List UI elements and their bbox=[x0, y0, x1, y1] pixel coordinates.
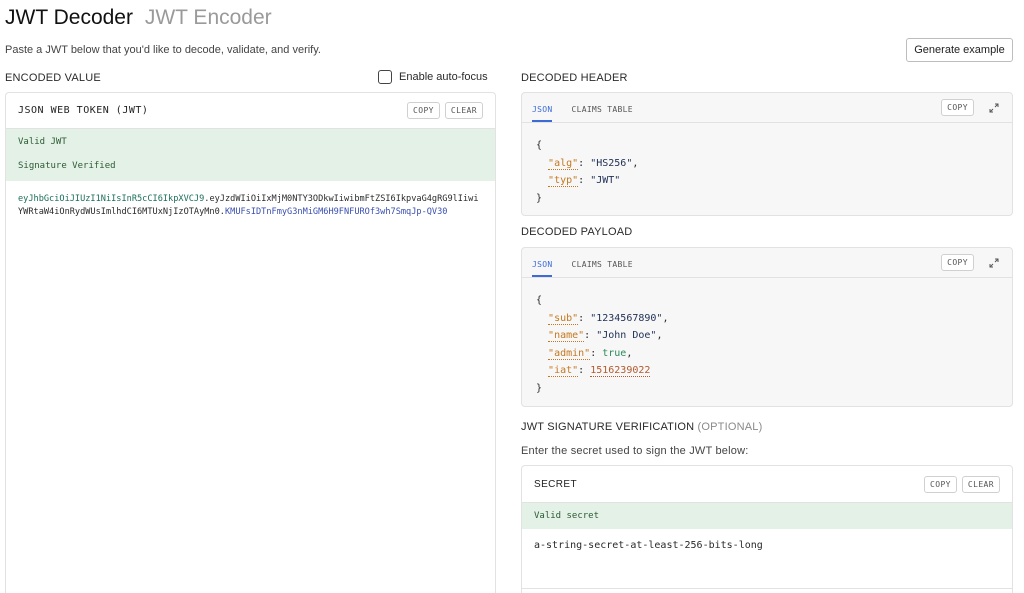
autofocus-toggle[interactable]: Enable auto-focus bbox=[378, 70, 488, 84]
decoded-header-label: DECODED HEADER bbox=[521, 72, 628, 84]
encoded-panel: JSON WEB TOKEN (JWT) COPY CLEAR Valid JW… bbox=[5, 92, 496, 593]
status-valid-secret: Valid secret bbox=[522, 503, 1012, 529]
decoded-header-json: { "alg": "HS256", "typ": "JWT" } bbox=[522, 123, 1012, 207]
expand-icon[interactable] bbox=[986, 100, 1002, 116]
decoded-payload-tools: COPY bbox=[936, 254, 1002, 271]
json-open-brace: { bbox=[536, 295, 543, 306]
tab-payload-json[interactable]: JSON bbox=[532, 260, 553, 277]
tab-jwt-decoder[interactable]: JWT Decoder bbox=[5, 6, 133, 29]
secret-panel-header: SECRET COPY CLEAR bbox=[522, 466, 1012, 503]
token-header-part: eyJhbGciOiJIUzI1NiIsInR5cCI6IkpXVCJ9 bbox=[18, 194, 205, 204]
json-key-name: "name" bbox=[548, 330, 585, 342]
secret-panel: SECRET COPY CLEAR Valid secret a-string-… bbox=[521, 465, 1013, 593]
expand-icon[interactable] bbox=[986, 255, 1002, 271]
status-signature-verified: Signature Verified bbox=[6, 155, 495, 181]
json-key-admin: "admin" bbox=[548, 347, 591, 360]
json-value-iat: 1516239022 bbox=[590, 365, 651, 377]
encoded-panel-header: JSON WEB TOKEN (JWT) COPY CLEAR bbox=[6, 93, 495, 129]
encoded-actions: COPY CLEAR bbox=[402, 102, 483, 119]
json-close-brace: } bbox=[536, 192, 543, 204]
secret-panel-divider bbox=[522, 588, 1012, 589]
tab-payload-claims-table[interactable]: CLAIMS TABLE bbox=[571, 260, 632, 277]
json-value-sub: "1234567890" bbox=[590, 312, 663, 324]
optional-tag: (OPTIONAL) bbox=[697, 421, 763, 433]
decoded-payload-tabs: JSON CLAIMS TABLE COPY bbox=[522, 248, 1012, 278]
json-value-alg: "HS256" bbox=[590, 157, 633, 169]
token-signature-part: KMUFsIDTnFmyG3nMiGM6H9FNFUROf3wh7SmqJp-Q… bbox=[224, 207, 448, 217]
secret-panel-title: SECRET bbox=[534, 478, 577, 490]
json-close-brace: } bbox=[536, 382, 543, 394]
clear-secret-button[interactable]: CLEAR bbox=[961, 475, 1000, 493]
decoded-payload-panel: JSON CLAIMS TABLE COPY { "sub": "1234567… bbox=[521, 247, 1013, 407]
tab-jwt-encoder[interactable]: JWT Encoder bbox=[145, 6, 272, 29]
signature-verification-title: JWT SIGNATURE VERIFICATION bbox=[521, 421, 695, 433]
autofocus-label: Enable auto-focus bbox=[399, 71, 488, 83]
tab-header-json[interactable]: JSON bbox=[532, 105, 553, 122]
jwt-token-input[interactable]: eyJhbGciOiJIUzI1NiIsInR5cCI6IkpXVCJ9.eyJ… bbox=[6, 181, 495, 219]
copy-token-button[interactable]: COPY bbox=[407, 102, 440, 119]
page-subtitle: Paste a JWT below that you'd like to dec… bbox=[5, 44, 321, 56]
decoded-payload-label: DECODED PAYLOAD bbox=[521, 226, 633, 238]
json-value-admin: true bbox=[602, 347, 627, 359]
json-value-typ: "JWT" bbox=[590, 175, 621, 186]
autofocus-checkbox[interactable] bbox=[378, 70, 392, 84]
secret-actions: COPY CLEAR bbox=[919, 475, 1000, 493]
secret-input[interactable]: a-string-secret-at-least-256-bits-long bbox=[522, 529, 1012, 562]
copy-header-button[interactable]: COPY bbox=[941, 99, 974, 116]
decoded-payload-json: { "sub": "1234567890", "name": "John Doe… bbox=[522, 278, 1012, 397]
copy-payload-button[interactable]: COPY bbox=[941, 254, 974, 271]
signature-verification-label: JWT SIGNATURE VERIFICATION (OPTIONAL) bbox=[521, 421, 762, 433]
generate-example-button[interactable]: Generate example bbox=[906, 38, 1013, 62]
encoded-value-label: ENCODED VALUE bbox=[5, 72, 101, 84]
status-valid-jwt: Valid JWT bbox=[6, 129, 495, 155]
decoded-header-tabs: JSON CLAIMS TABLE COPY bbox=[522, 93, 1012, 123]
json-key-alg: "alg" bbox=[548, 157, 579, 170]
tab-header-claims-table[interactable]: CLAIMS TABLE bbox=[571, 105, 632, 122]
json-open-brace: { bbox=[536, 140, 543, 151]
json-key-iat: "iat" bbox=[548, 365, 579, 377]
decoded-header-tools: COPY bbox=[936, 99, 1002, 116]
clear-token-button[interactable]: CLEAR bbox=[444, 102, 483, 119]
json-key-typ: "typ" bbox=[548, 175, 579, 187]
copy-secret-button[interactable]: COPY bbox=[924, 475, 957, 493]
secret-instruction: Enter the secret used to sign the JWT be… bbox=[521, 445, 749, 457]
json-key-sub: "sub" bbox=[548, 312, 579, 325]
encoded-panel-title: JSON WEB TOKEN (JWT) bbox=[18, 105, 149, 116]
json-value-name: "John Doe" bbox=[596, 330, 657, 341]
tool-tabs: JWT Decoder JWT Encoder bbox=[5, 6, 272, 30]
decoded-header-panel: JSON CLAIMS TABLE COPY { "alg": "HS256",… bbox=[521, 92, 1013, 216]
